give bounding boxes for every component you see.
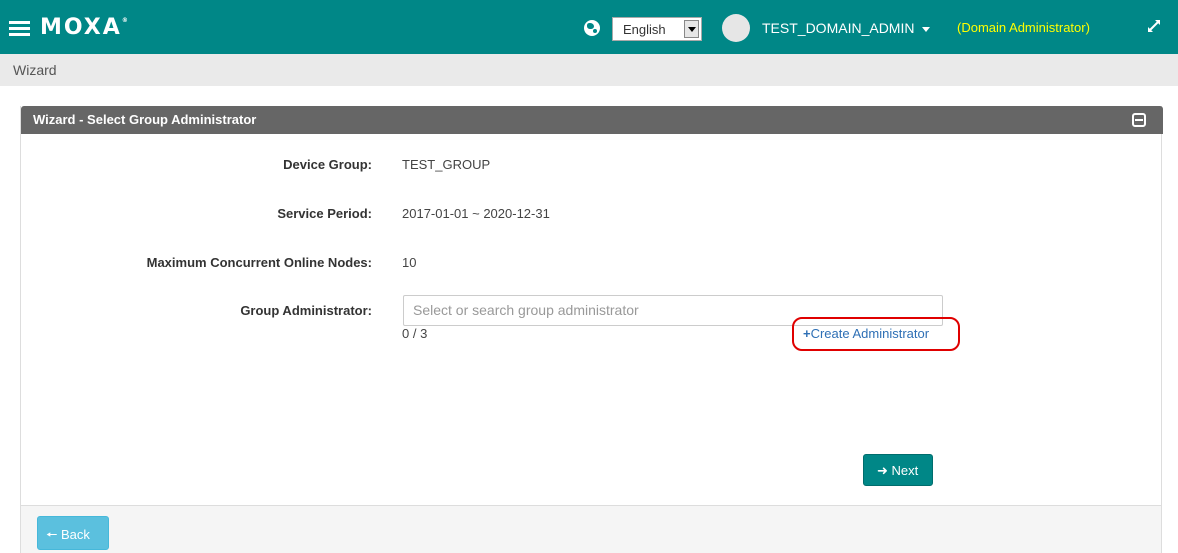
arrow-left-icon: 🠔 [46,527,58,542]
arrow-right-icon: ➜ [877,463,888,478]
service-period-value: 2017-01-01 ~ 2020-12-31 [402,206,550,221]
create-administrator-link[interactable]: +Create Administrator [792,317,960,351]
breadcrumb-item: Wizard [13,62,57,78]
moxa-logo: MOXA® [40,15,128,40]
language-value: English [623,22,666,37]
breadcrumb: Wizard [0,54,1178,86]
group-admin-label: Group Administrator: [240,303,372,318]
user-role-label: (Domain Administrator) [957,20,1090,35]
max-nodes-value: 10 [402,255,417,270]
panel-header: Wizard - Select Group Administrator [21,106,1163,134]
create-administrator-label: Create Administrator [810,326,930,341]
caret-down-icon [922,26,931,32]
username-label: TEST_DOMAIN_ADMIN [762,20,915,36]
next-label: Next [891,463,919,478]
top-navbar: MOXA® English TEST_DOMAIN_ADMIN (Domain … [0,0,1178,54]
panel-footer: 🠔 Back [21,505,1161,553]
collapse-icon[interactable] [1132,113,1146,127]
expand-icon[interactable] [1147,19,1161,33]
admin-count: 0 / 3 [402,326,428,341]
globe-icon [584,20,600,36]
user-menu[interactable]: TEST_DOMAIN_ADMIN [762,20,931,36]
chevron-down-icon[interactable] [684,20,699,38]
back-button[interactable]: 🠔 Back [37,516,109,550]
user-avatar[interactable] [722,14,750,42]
wizard-panel: Wizard - Select Group Administrator Devi… [20,106,1163,553]
max-nodes-label: Maximum Concurrent Online Nodes: [146,255,372,270]
panel-title: Wizard - Select Group Administrator [33,112,257,127]
next-button[interactable]: ➜ Next [863,454,933,486]
language-select[interactable]: English [612,17,702,41]
plus-icon: + [803,326,811,341]
back-label: Back [61,527,90,542]
device-group-value: TEST_GROUP [402,157,491,172]
device-group-label: Device Group: [283,157,372,172]
menu-icon[interactable] [9,21,30,36]
service-period-label: Service Period: [277,206,372,221]
